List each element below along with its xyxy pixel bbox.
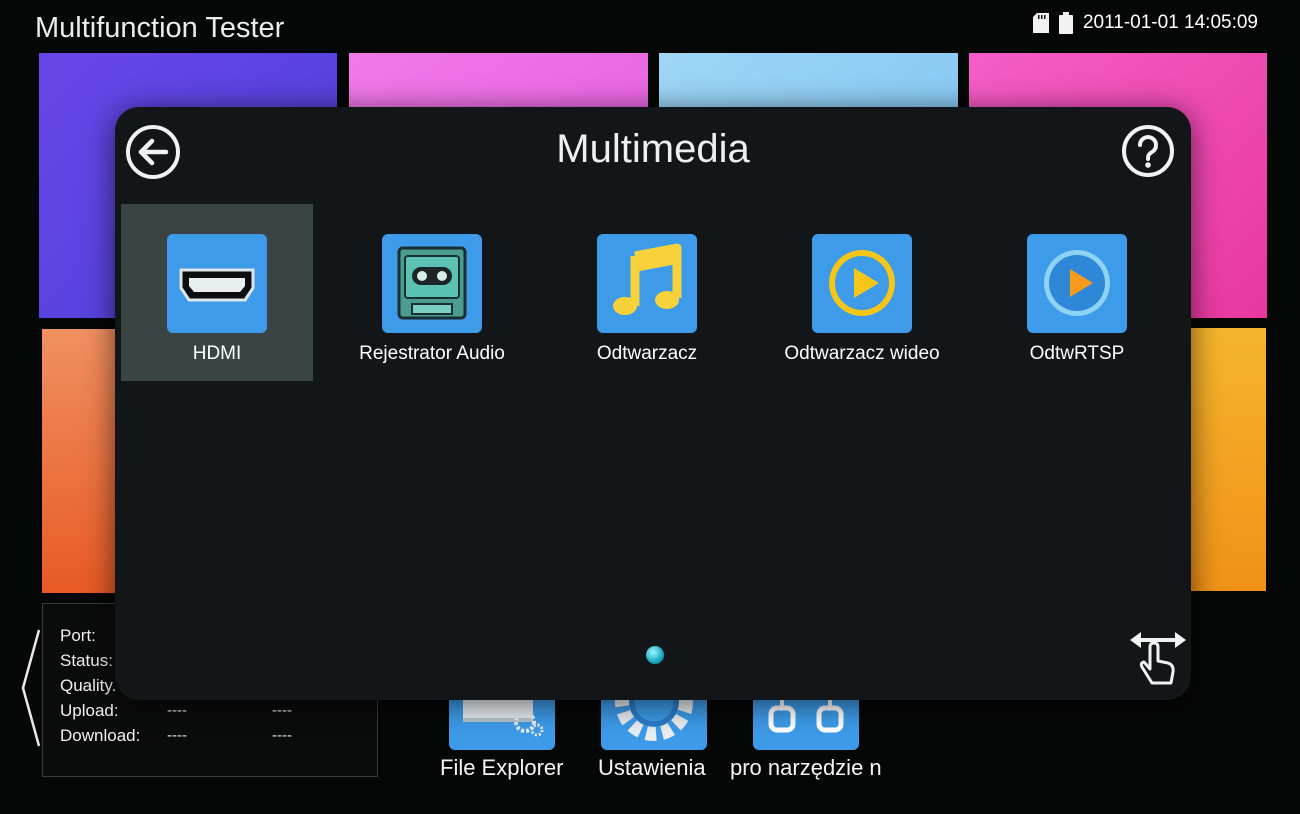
upload-value-2: ---- <box>272 702 292 719</box>
app-rtsp-player[interactable]: OdtwRTSP <box>981 204 1173 381</box>
multimedia-dialog: Multimedia HDMI Rejestrator Audio Odtwar… <box>115 107 1191 700</box>
sd-card-icon <box>1032 13 1049 33</box>
swipe-gesture-button[interactable] <box>1128 627 1188 689</box>
swipe-hand-icon <box>1130 632 1186 685</box>
net-label-download: Download: <box>60 726 141 745</box>
help-button[interactable] <box>1120 123 1176 179</box>
status-bar: 2011-01-01 14:05:09 <box>1032 12 1258 34</box>
help-icon <box>1122 125 1174 177</box>
hdmi-port-icon <box>167 234 267 333</box>
video-play-icon <box>812 234 912 333</box>
home-tile-6[interactable] <box>1188 328 1266 591</box>
cassette-recorder-icon <box>382 234 482 333</box>
net-label-status: Status: <box>60 651 113 670</box>
app-title: Multifunction Tester <box>35 12 285 44</box>
rtsp-play-icon <box>1027 234 1127 333</box>
status-datetime: 2011-01-01 14:05:09 <box>1082 12 1258 33</box>
dock-label-file-explorer[interactable]: File Explorer <box>440 755 563 781</box>
net-label-quality: Quality. <box>60 676 117 695</box>
app-video-player[interactable]: Odtwarzacz wideo <box>766 204 958 381</box>
app-audio-recorder[interactable]: Rejestrator Audio <box>336 204 528 381</box>
dock-label-tools[interactable]: pro narzędzie n <box>730 755 882 781</box>
dialog-title: Multimedia <box>556 127 750 171</box>
page-indicator-dot[interactable] <box>646 646 664 664</box>
music-note-icon <box>597 234 697 333</box>
app-music-player[interactable]: Odtwarzacz <box>551 204 743 381</box>
download-value-2: ---- <box>272 727 292 744</box>
app-label-rtsp-player: OdtwRTSP <box>1029 343 1125 364</box>
net-label-port: Port: <box>60 626 96 645</box>
upload-value-1: ---- <box>167 702 187 719</box>
app-hdmi[interactable]: HDMI <box>121 204 313 381</box>
battery-icon <box>1058 12 1073 34</box>
download-value-1: ---- <box>167 727 187 744</box>
dock-label-settings[interactable]: Ustawienia <box>598 755 706 781</box>
net-label-upload: Upload: <box>60 701 119 720</box>
